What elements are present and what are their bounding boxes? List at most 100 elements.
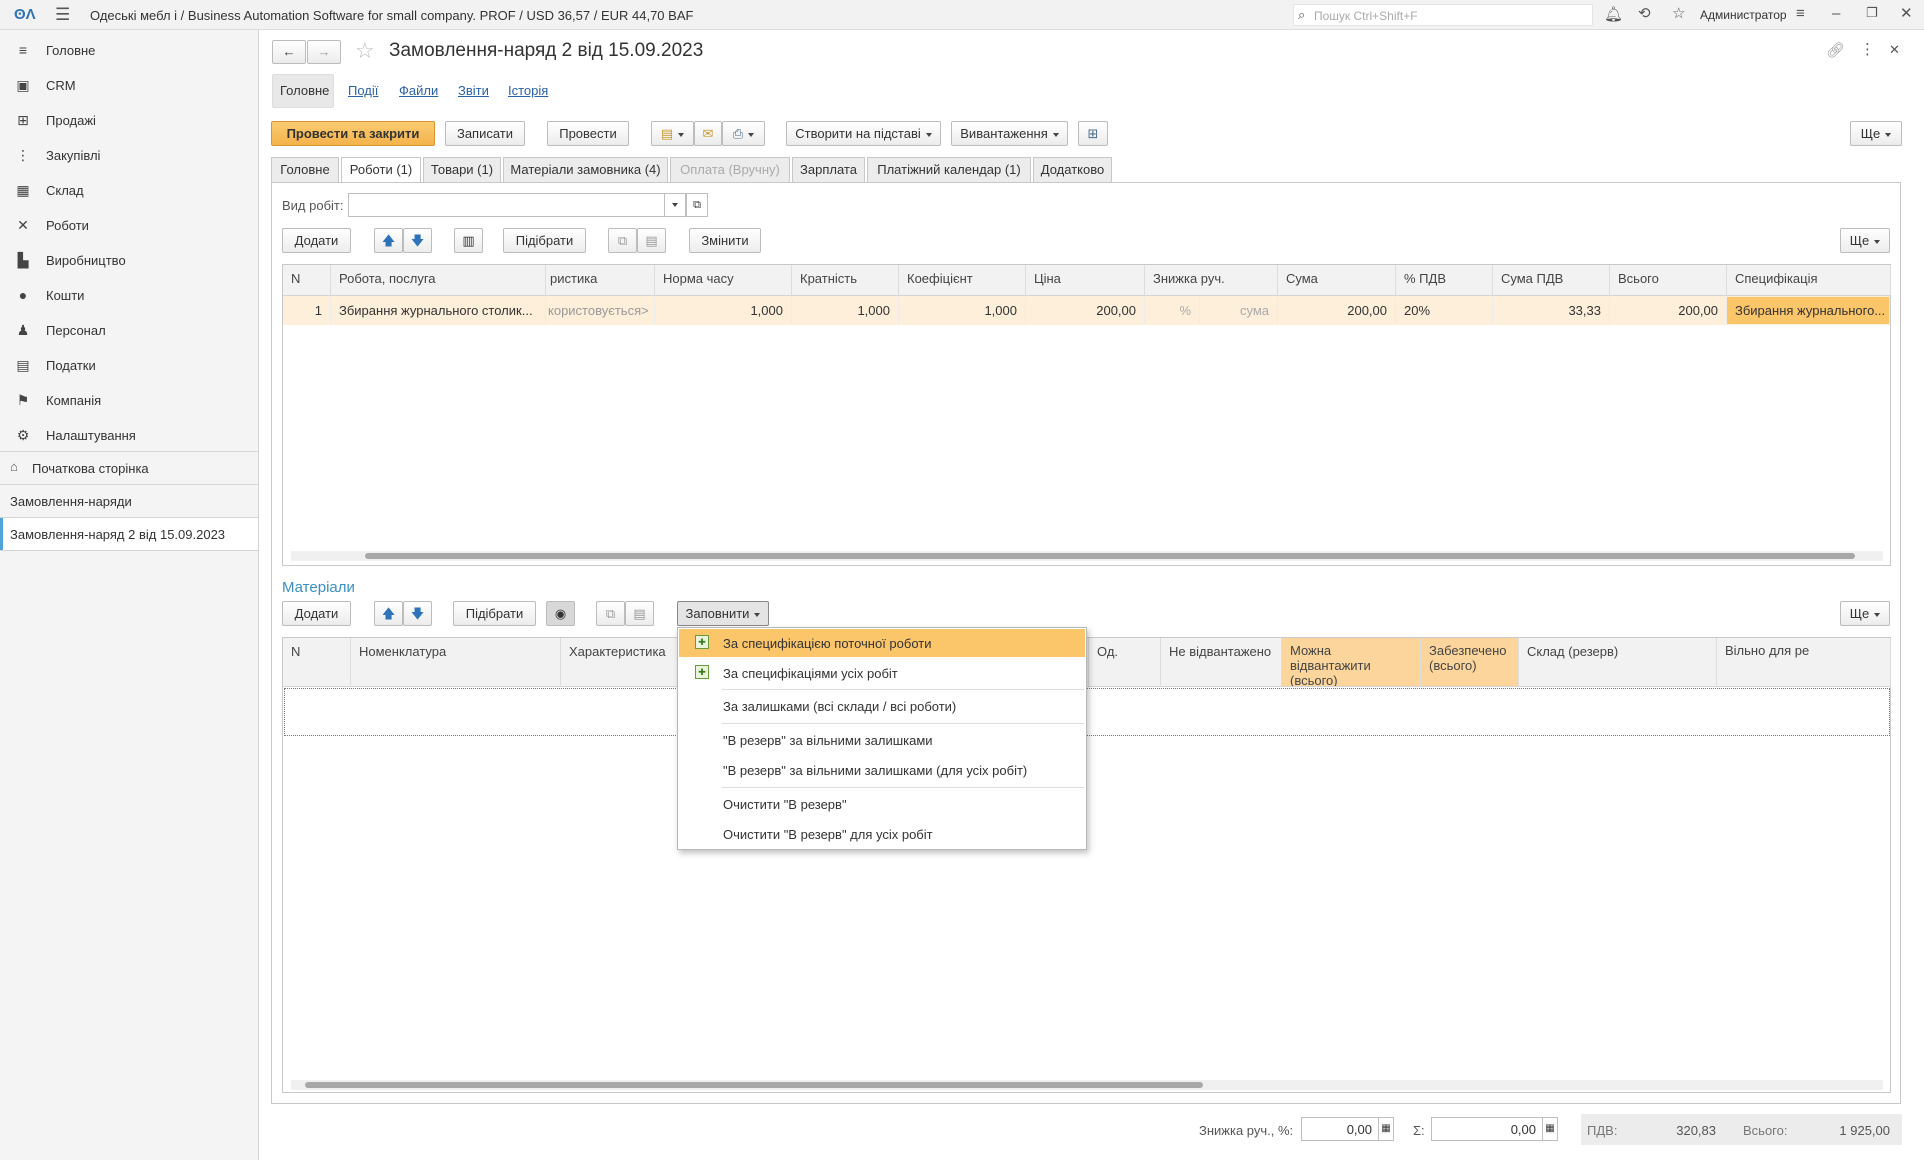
col-header[interactable]: Сума ПДВ (1493, 265, 1610, 296)
sidebar-item-taxes[interactable]: ▤ Податки (0, 347, 258, 382)
works-move-up-button[interactable]: 🡅 (374, 228, 403, 253)
tab-salary[interactable]: Зарплата (792, 157, 865, 183)
nav-link-history[interactable]: Історія (508, 83, 548, 98)
tab-customer-materials[interactable]: Матеріали замовника (4) (503, 157, 668, 183)
col-header[interactable]: Всього (1610, 265, 1727, 296)
sidebar-item-company[interactable]: ⚑ Компанія (0, 382, 258, 417)
more-vertical-icon[interactable]: ⋮ (1860, 42, 1875, 57)
menu-item-reserve-free[interactable]: "В резерв" за вільними залишками (679, 726, 1085, 754)
works-move-down-button[interactable]: 🡇 (403, 228, 432, 253)
col-header[interactable]: Коефіцієнт (899, 265, 1026, 296)
col-header[interactable]: Норма часу (655, 265, 792, 296)
works-pick-button[interactable]: Підібрати (503, 228, 586, 253)
work-type-dropdown[interactable] (664, 193, 686, 217)
col-header[interactable]: % ПДВ (1396, 265, 1493, 296)
tab-works[interactable]: Роботи (1) (341, 157, 421, 183)
col-header[interactable]: Робота, послуга (331, 265, 546, 296)
menu-item-reserve-free-all[interactable]: "В резерв" за вільними залишками (для ус… (679, 756, 1085, 784)
tab-goods[interactable]: Товари (1) (423, 157, 501, 183)
col-header[interactable]: Од. (1089, 638, 1161, 687)
star-icon[interactable]: ☆ (1672, 6, 1685, 21)
col-header[interactable]: ристика (546, 265, 655, 296)
work-type-input[interactable] (348, 193, 665, 217)
nav-link-reports[interactable]: Звіти (458, 83, 489, 98)
email-button[interactable]: ✉ (694, 121, 722, 146)
works-paste-button[interactable]: ▤ (637, 228, 666, 253)
col-header[interactable]: Ціна (1026, 265, 1145, 296)
works-change-button[interactable]: Змінити (689, 228, 761, 253)
col-header[interactable]: N (283, 638, 351, 687)
hamburger-menu-icon[interactable]: ☰ (55, 6, 70, 23)
works-barcode-button[interactable]: ▥ (454, 228, 483, 253)
materials-add-button[interactable]: Додати (282, 601, 351, 626)
restore-icon[interactable]: ❐ (1866, 6, 1878, 19)
menu-item-fill-by-stock[interactable]: За залишками (всі склади / всі роботи) (679, 692, 1085, 720)
favorite-star-icon[interactable]: ☆ (355, 40, 375, 62)
attach-file-button[interactable]: ▤ (651, 121, 694, 146)
materials-move-up-button[interactable]: 🡅 (374, 601, 403, 626)
tab-additional[interactable]: Додатково (1033, 157, 1112, 183)
settings-menu-icon[interactable]: ≡ (1796, 6, 1805, 21)
materials-move-down-button[interactable]: 🡇 (403, 601, 432, 626)
materials-pick-button[interactable]: Підібрати (453, 601, 536, 626)
works-add-button[interactable]: Додати (282, 228, 351, 253)
minimize-icon[interactable]: – (1832, 6, 1840, 21)
discount-field[interactable]: 0,00 (1301, 1117, 1379, 1141)
menu-item-clear-reserve[interactable]: Очистити "В резерв" (679, 790, 1085, 818)
more-button[interactable]: Ще (1850, 121, 1902, 146)
post-and-close-button[interactable]: Провести та закрити (271, 121, 435, 146)
materials-more-button[interactable]: Ще (1840, 601, 1890, 626)
forward-button[interactable]: → (307, 40, 341, 64)
col-header[interactable]: Кратність (792, 265, 899, 296)
works-horizontal-scrollbar[interactable] (291, 551, 1883, 561)
open-icon[interactable]: ⧉ (686, 193, 708, 217)
table-row[interactable]: 1 Збирання журнального столик... користо… (283, 296, 1890, 325)
sidebar-item-main[interactable]: ≡ Головне (0, 32, 258, 67)
sidebar-item-personnel[interactable]: ♟ Персонал (0, 312, 258, 347)
works-copy-button[interactable]: ⧉ (608, 228, 637, 253)
col-header[interactable]: Забезпечено (всього) (1421, 638, 1519, 687)
close-doc-icon[interactable]: ✕ (1889, 43, 1900, 56)
col-header[interactable]: N (283, 265, 331, 296)
menu-item-clear-reserve-all[interactable]: Очистити "В резерв" для усіх робіт (679, 820, 1085, 848)
works-table[interactable]: N Робота, послуга ристика Норма часу Кра… (282, 264, 1891, 566)
history-icon[interactable]: ⟲ (1638, 6, 1651, 21)
sidebar-item-warehouse[interactable]: ▦ Склад (0, 172, 258, 207)
col-header[interactable]: Номенклатура (351, 638, 561, 687)
sidebar-item-sales[interactable]: ⊞ Продажі (0, 102, 258, 137)
col-header[interactable]: Можна відвантажити (всього) (1282, 638, 1421, 687)
col-header[interactable]: Сума (1278, 265, 1396, 296)
sigma-field[interactable]: 0,00 (1431, 1117, 1543, 1141)
structure-button[interactable]: ⊞ (1078, 121, 1108, 146)
materials-paste-button[interactable]: ▤ (625, 601, 654, 626)
materials-horizontal-scrollbar[interactable] (291, 1080, 1883, 1090)
col-header[interactable]: Склад (резерв) (1519, 638, 1717, 687)
open-window-current-order[interactable]: Замовлення-наряд 2 від 15.09.2023 (0, 518, 258, 550)
tab-payment-calendar[interactable]: Платіжний календар (1) (867, 157, 1031, 183)
calculator-icon[interactable]: ▦ (1378, 1117, 1394, 1141)
print-button[interactable]: ⎙ (722, 121, 765, 146)
menu-item-fill-all-specs[interactable]: ✚ За специфікаціями усіх робіт (679, 659, 1085, 687)
tab-main[interactable]: Головне (271, 157, 339, 183)
nav-link-events[interactable]: Події (348, 83, 378, 98)
nav-link-main-label[interactable]: Головне (280, 83, 329, 98)
bell-icon[interactable]: 🔔︎ (1604, 7, 1623, 22)
open-window-orders[interactable]: Замовлення-наряди (0, 485, 258, 517)
sidebar-item-purchases[interactable]: ⋮ Закупівлі (0, 137, 258, 172)
export-button[interactable]: Вивантаження (951, 121, 1068, 146)
menu-item-fill-current-spec[interactable]: ✚ За специфікацією поточної роботи (679, 629, 1085, 657)
tab-payment[interactable]: Оплата (Вручну) (670, 157, 790, 183)
back-button[interactable]: ← (272, 40, 306, 64)
sidebar-home[interactable]: ⌂ Початкова сторінка (0, 452, 258, 484)
materials-copy-button[interactable]: ⧉ (596, 601, 625, 626)
sidebar-item-production[interactable]: ▙ Виробництво (0, 242, 258, 277)
col-header[interactable]: Специфікація (1727, 265, 1891, 296)
table-row[interactable] (284, 688, 1890, 736)
calculator-icon[interactable]: ▦ (1542, 1117, 1558, 1141)
col-header[interactable]: Не відвантажено (1161, 638, 1282, 687)
user-name[interactable]: Администратор (1700, 8, 1787, 22)
sidebar-item-settings[interactable]: ⚙ Налаштування (0, 417, 258, 452)
materials-fill-button[interactable]: Заповнити (677, 601, 769, 626)
works-more-button[interactable]: Ще (1840, 228, 1890, 253)
sidebar-item-money[interactable]: ● Кошти (0, 277, 258, 312)
